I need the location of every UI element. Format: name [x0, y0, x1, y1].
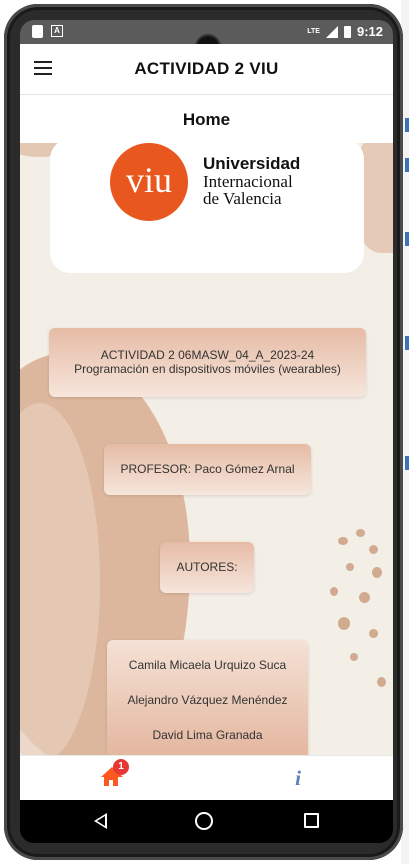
- back-icon[interactable]: [94, 813, 107, 829]
- author-name: Alejandro Vázquez Menéndez: [127, 693, 288, 707]
- decor-dot: [372, 567, 382, 578]
- decor-dot: [346, 563, 354, 571]
- screen: A LTE 9:12 ACTIVIDAD 2 VIU Home viu Univ…: [20, 20, 393, 843]
- system-navigation-bar: [20, 800, 393, 843]
- phone-frame: A LTE 9:12 ACTIVIDAD 2 VIU Home viu Univ…: [4, 4, 403, 860]
- battery-icon: [343, 25, 351, 38]
- author-name: David Lima Granada: [152, 728, 263, 742]
- decor-dot: [350, 653, 358, 661]
- university-logo-card: viu Universidad Internacional de Valenci…: [50, 143, 364, 273]
- decor-dot: [330, 587, 338, 596]
- logo-line-2: Internacional: [203, 172, 293, 191]
- activity-code: ACTIVIDAD 2 06MASW_04_A_2023-24: [100, 348, 315, 362]
- signal-icon: [325, 25, 338, 38]
- status-time: 9:12: [356, 24, 383, 39]
- info-icon[interactable]: i: [288, 766, 308, 790]
- authors-heading: AUTORES:: [160, 542, 254, 593]
- decor-dot: [369, 545, 378, 554]
- decor-dot: [338, 537, 348, 545]
- sd-card-icon: [32, 25, 43, 38]
- author-name: Camila Micaela Urquizo Suca: [128, 658, 287, 672]
- recents-icon[interactable]: [304, 813, 319, 828]
- decor-dot: [338, 617, 350, 630]
- notification-badge: 1: [113, 759, 129, 775]
- logo-line-3: de Valencia: [203, 189, 282, 208]
- decor-dot: [377, 677, 386, 687]
- home-content: viu Universidad Internacional de Valenci…: [20, 143, 393, 755]
- decor-dot: [369, 629, 378, 638]
- activity-subject: Programación en dispositivos móviles (we…: [74, 362, 341, 376]
- university-name: Universidad Internacional de Valencia: [203, 154, 301, 208]
- viu-logo-mark: viu: [110, 143, 188, 221]
- authors-list: Camila Micaela Urquizo Suca Alejandro Vá…: [107, 640, 308, 755]
- decor-dot: [359, 592, 370, 603]
- activity-card: ACTIVIDAD 2 06MASW_04_A_2023-24 Programa…: [49, 328, 366, 397]
- professor-card: PROFESOR: Paco Gómez Arnal: [104, 444, 311, 495]
- page-header: Home: [20, 95, 393, 143]
- network-type: LTE: [307, 28, 320, 35]
- bottom-navigation: 1 i: [20, 755, 393, 801]
- decor-dot: [356, 529, 365, 537]
- logo-line-1: Universidad: [203, 154, 301, 173]
- home-icon[interactable]: 1: [100, 759, 129, 790]
- app-bar: ACTIVIDAD 2 VIU: [20, 44, 393, 95]
- page-title: Home: [182, 110, 231, 129]
- notification-a-icon: A: [51, 25, 63, 37]
- app-title: ACTIVIDAD 2 VIU: [134, 59, 279, 78]
- home-circle-icon[interactable]: [195, 812, 213, 830]
